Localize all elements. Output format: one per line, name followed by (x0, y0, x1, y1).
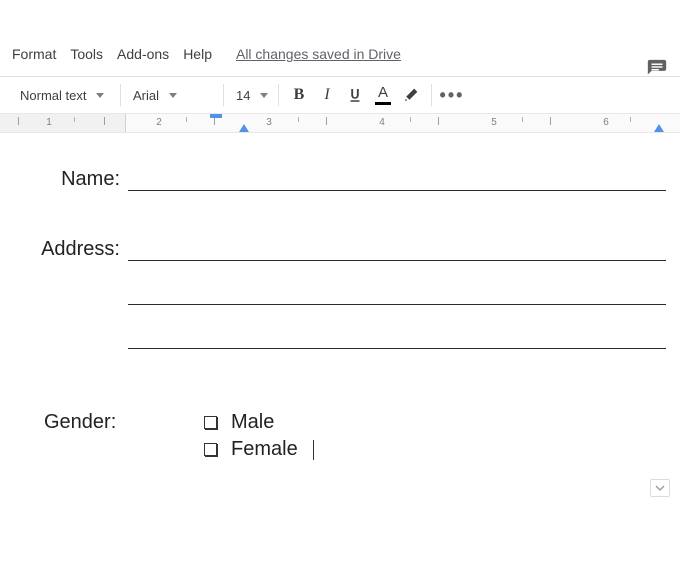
font-dropdown[interactable]: Arial (127, 85, 217, 106)
text-color-button[interactable]: A (369, 81, 397, 109)
paragraph-style-dropdown[interactable]: Normal text (14, 85, 114, 106)
name-row: Name: (14, 163, 666, 191)
highlighter-icon (402, 86, 420, 104)
underline-button[interactable] (341, 81, 369, 109)
menu-help[interactable]: Help (183, 46, 212, 62)
menu-format[interactable]: Format (12, 46, 56, 62)
underline-icon (346, 86, 364, 104)
name-line (128, 163, 666, 191)
ruler-tick (550, 117, 551, 125)
option-male-label: Male (231, 411, 274, 434)
gender-option-female: Female (204, 438, 314, 461)
ruler-tick (18, 117, 19, 125)
address-line-2 (128, 303, 666, 305)
ruler-tick (298, 117, 299, 122)
ruler-number: 1 (46, 117, 52, 128)
menu-tools[interactable]: Tools (70, 46, 103, 62)
ruler-tick (326, 117, 327, 125)
toolbar: Normal text Arial 14 B I A ••• (0, 77, 680, 113)
more-button[interactable]: ••• (438, 81, 466, 109)
separator (278, 84, 279, 106)
ruler-tick (410, 117, 411, 122)
ruler-tick (74, 117, 75, 122)
chevron-down-icon (96, 93, 104, 98)
font-size-value: 14 (236, 88, 250, 103)
chevron-down-icon (169, 93, 177, 98)
font-label: Arial (133, 88, 159, 103)
first-line-indent-marker[interactable] (210, 114, 222, 118)
chevron-down-icon (260, 93, 268, 98)
ruler-number: 6 (603, 117, 609, 128)
chevron-down-icon (655, 483, 665, 493)
checkbox-icon (204, 443, 217, 456)
ruler-number: 3 (266, 117, 272, 128)
document-page[interactable]: Name: Address: Gender: Male Female (0, 133, 680, 461)
right-indent-marker[interactable] (654, 124, 664, 132)
name-label: Name: (14, 168, 126, 191)
comment-icon[interactable] (646, 58, 668, 80)
address-line-1 (128, 233, 666, 261)
menubar: Format Tools Add-ons Help All changes sa… (0, 36, 680, 72)
ruler-tick (186, 117, 187, 122)
left-indent-marker[interactable] (239, 124, 249, 132)
font-size-dropdown[interactable]: 14 (230, 85, 272, 106)
option-female-label: Female (231, 438, 298, 461)
ruler-tick (630, 117, 631, 122)
gender-options: Male Female (204, 411, 314, 461)
ruler-number: 5 (491, 117, 497, 128)
bold-button[interactable]: B (285, 81, 313, 109)
ruler-number: 4 (379, 117, 385, 128)
explore-button[interactable] (650, 479, 670, 497)
menu-addons[interactable]: Add-ons (117, 46, 169, 62)
address-row: Address: (14, 233, 666, 261)
text-cursor (313, 440, 314, 460)
address-label: Address: (14, 238, 126, 261)
checkbox-icon (204, 416, 217, 429)
gender-option-male: Male (204, 411, 314, 434)
ruler-tick (104, 117, 105, 125)
ruler-number: 2 (156, 117, 162, 128)
ruler-tick (522, 117, 523, 122)
highlight-button[interactable] (397, 81, 425, 109)
separator (223, 84, 224, 106)
text-color-bar (375, 102, 391, 105)
address-line-3 (128, 347, 666, 349)
ruler[interactable]: 1 2 3 4 5 6 (0, 113, 680, 133)
paragraph-style-label: Normal text (20, 88, 86, 103)
save-status[interactable]: All changes saved in Drive (236, 46, 401, 62)
separator (120, 84, 121, 106)
gender-row: Gender: Male Female (14, 411, 666, 461)
separator (431, 84, 432, 106)
gender-label: Gender: (14, 411, 204, 434)
ruler-tick (438, 117, 439, 125)
ruler-tick (214, 117, 215, 125)
text-color-glyph: A (378, 85, 388, 100)
italic-button[interactable]: I (313, 81, 341, 109)
